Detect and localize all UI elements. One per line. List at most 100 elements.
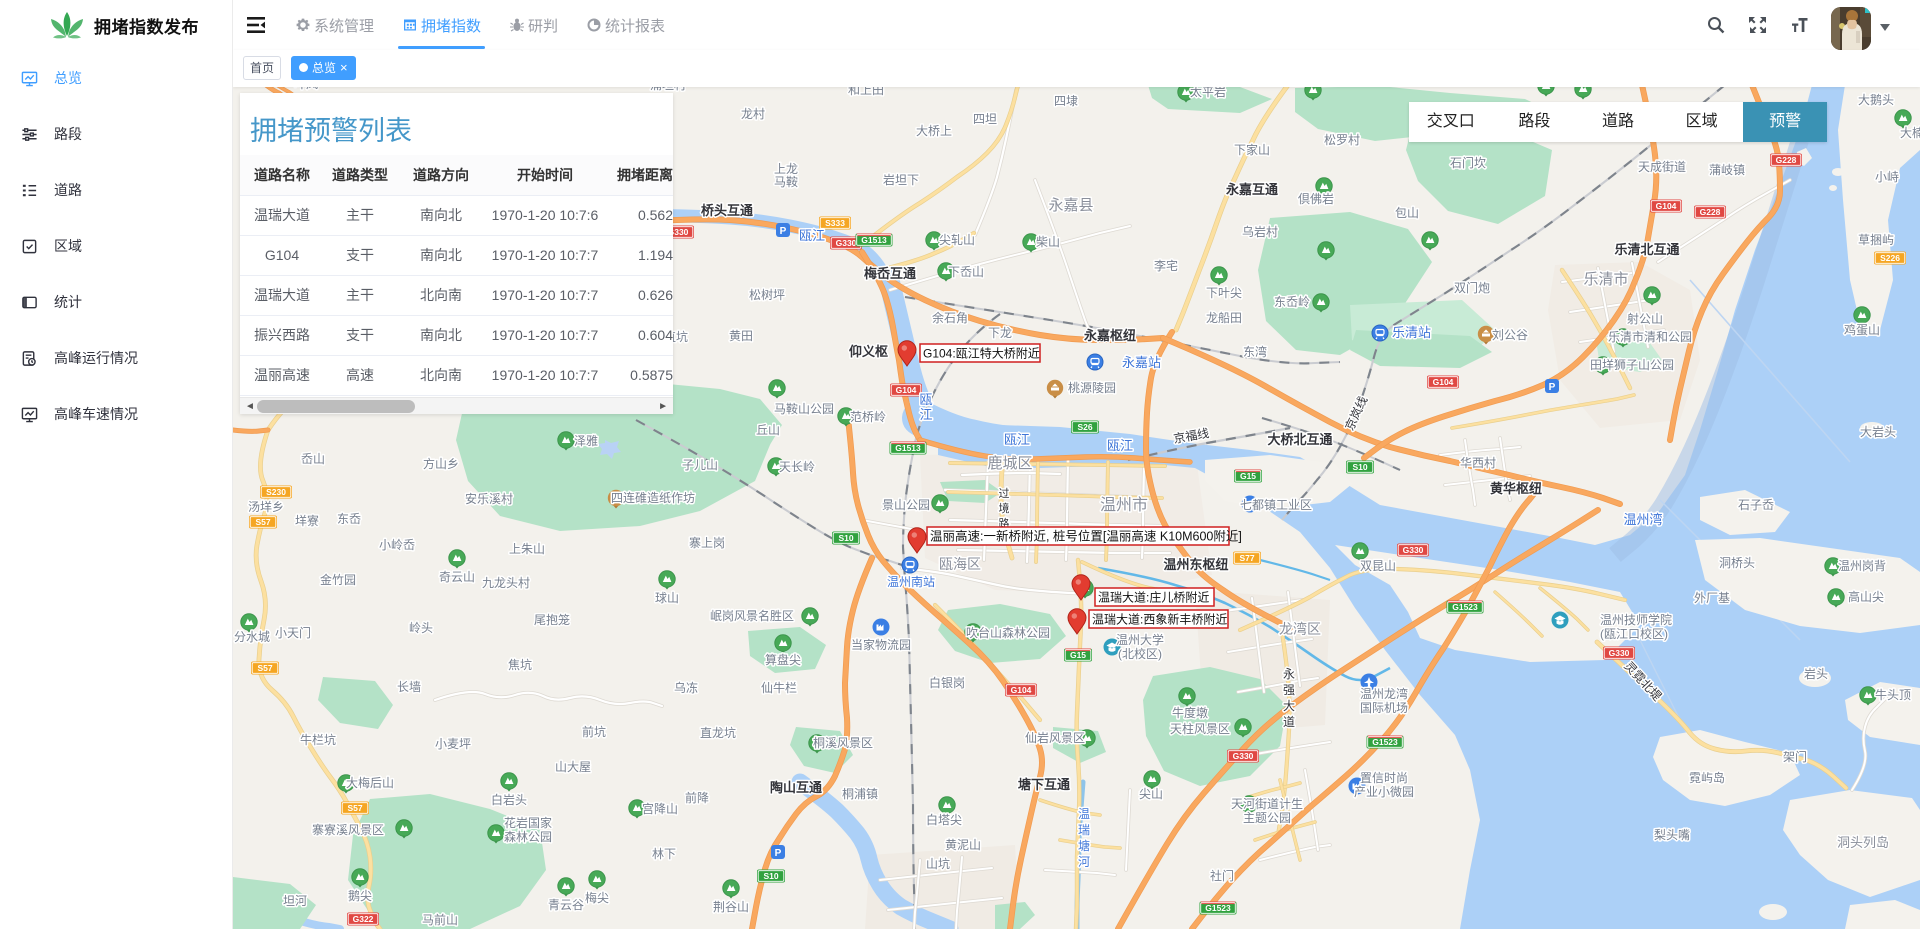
svg-text:温州市: 温州市 — [1100, 496, 1148, 514]
svg-text:青云谷: 青云谷 — [548, 898, 584, 912]
svg-text:双昆山: 双昆山 — [1360, 559, 1396, 573]
svg-text:温瑞大道:庄儿桥附近: 温瑞大道:庄儿桥附近 — [1098, 590, 1209, 605]
svg-text:G330: G330 — [1233, 751, 1254, 761]
svg-text:境: 境 — [999, 501, 1010, 515]
svg-text:太平岩: 太平岩 — [1190, 87, 1226, 99]
svg-text:G322: G322 — [353, 914, 374, 924]
svg-text:G1513: G1513 — [861, 235, 887, 245]
svg-text:强: 强 — [1283, 683, 1295, 697]
svg-text:G330: G330 — [1403, 545, 1424, 555]
svg-text:大鹅头: 大鹅头 — [1858, 93, 1894, 107]
svg-text:坦河: 坦河 — [283, 894, 307, 908]
svg-text:长墙: 长墙 — [397, 680, 421, 694]
svg-text:东岙: 东岙 — [337, 512, 361, 526]
svg-text:小峙: 小峙 — [1875, 170, 1899, 184]
svg-text:主题公园: 主题公园 — [1243, 811, 1291, 825]
svg-text:G15: G15 — [1240, 471, 1256, 481]
svg-text:上龙: 上龙 — [774, 162, 798, 176]
svg-text:桐浦镇: 桐浦镇 — [842, 787, 878, 801]
svg-text:洞头列岛: 洞头列岛 — [1837, 835, 1889, 850]
svg-text:社门: 社门 — [1210, 868, 1234, 883]
svg-text:小麦坪: 小麦坪 — [435, 737, 471, 751]
svg-text:温州湾: 温州湾 — [1623, 512, 1662, 527]
svg-text:双门炮: 双门炮 — [1454, 280, 1490, 295]
svg-text:陶山互通: 陶山互通 — [770, 780, 822, 795]
svg-text:黄泥山: 黄泥山 — [945, 838, 981, 852]
svg-text:G104:瓯江特大桥附近: G104:瓯江特大桥附近 — [923, 346, 1040, 361]
svg-text:四坦: 四坦 — [973, 112, 997, 126]
svg-text:天成街道: 天成街道 — [1638, 160, 1686, 174]
svg-text:仙牛栏: 仙牛栏 — [761, 680, 797, 695]
svg-text:牛度墩: 牛度墩 — [1172, 705, 1208, 720]
svg-text:G104: G104 — [1433, 377, 1454, 387]
svg-text:焦坑: 焦坑 — [508, 657, 532, 672]
svg-text:(北校区): (北校区) — [1118, 646, 1162, 661]
svg-text:S226: S226 — [1880, 253, 1900, 263]
svg-text:汤垟乡: 汤垟乡 — [248, 500, 284, 514]
svg-text:白银岗: 白银岗 — [929, 675, 965, 690]
svg-text:尖轧山: 尖轧山 — [939, 233, 975, 247]
svg-text:S57: S57 — [347, 803, 362, 813]
svg-text:S10: S10 — [1352, 462, 1367, 472]
svg-text:霓屿岛: 霓屿岛 — [1689, 770, 1725, 785]
svg-text:塘下互通: 塘下互通 — [1018, 777, 1070, 792]
svg-text:温: 温 — [1078, 807, 1090, 821]
svg-text:小岭岙: 小岭岙 — [379, 538, 415, 552]
svg-text:桥头互通: 桥头互通 — [701, 203, 753, 218]
svg-text:产业小微园: 产业小微园 — [1354, 785, 1414, 799]
svg-text:牛头顶: 牛头顶 — [1875, 687, 1911, 702]
svg-text:梅岙互通: 梅岙互通 — [864, 266, 916, 281]
svg-text:尾抱笼: 尾抱笼 — [534, 612, 570, 627]
svg-text:(瓯江口校区): (瓯江口校区) — [1600, 626, 1668, 641]
svg-text:大: 大 — [1283, 699, 1295, 713]
svg-text:G1523: G1523 — [1372, 737, 1398, 747]
svg-text:寨寮溪风景区: 寨寮溪风景区 — [312, 822, 384, 837]
svg-text:安乐溪村: 安乐溪村 — [465, 491, 513, 506]
svg-text:永嘉站: 永嘉站 — [1122, 355, 1161, 370]
svg-text:乌岩村: 乌岩村 — [1242, 224, 1278, 239]
svg-text:桃源陵园: 桃源陵园 — [1068, 380, 1116, 395]
svg-text:乌冻: 乌冻 — [674, 680, 698, 695]
svg-text:子儿山: 子儿山 — [682, 458, 718, 472]
svg-text:岩坦下: 岩坦下 — [883, 172, 919, 187]
svg-text:G104: G104 — [1011, 685, 1032, 695]
svg-text:乐清市: 乐清市 — [1583, 271, 1628, 288]
svg-text:岷岗风景名胜区: 岷岗风景名胜区 — [710, 608, 794, 623]
svg-text:S333: S333 — [825, 218, 845, 228]
svg-text:荆谷山: 荆谷山 — [713, 900, 749, 914]
svg-text:石门坎: 石门坎 — [1450, 155, 1486, 170]
svg-text:S57: S57 — [255, 517, 270, 527]
svg-text:山大屋: 山大屋 — [555, 760, 591, 774]
svg-text:蒲坦村: 蒲坦村 — [650, 87, 686, 92]
svg-text:石子岙: 石子岙 — [1738, 498, 1774, 512]
svg-text:当家物流园: 当家物流园 — [851, 637, 911, 652]
svg-text:乐清站: 乐清站 — [1392, 325, 1431, 340]
svg-text:温州东枢纽: 温州东枢纽 — [1163, 557, 1228, 572]
svg-text:大岩头: 大岩头 — [1860, 424, 1896, 439]
svg-text:瓯江: 瓯江 — [799, 228, 825, 243]
svg-text:宫降山: 宫降山 — [642, 801, 678, 816]
svg-text:下龙: 下龙 — [988, 326, 1012, 340]
svg-text:江: 江 — [919, 407, 932, 422]
svg-text:天长岭: 天长岭 — [779, 460, 815, 474]
svg-text:花岩国家: 花岩国家 — [504, 815, 552, 830]
svg-text:直龙坑: 直龙坑 — [700, 725, 736, 740]
svg-text:G15: G15 — [1070, 650, 1086, 660]
svg-text:寨上岗: 寨上岗 — [689, 535, 725, 550]
svg-text:白岩头: 白岩头 — [491, 792, 527, 807]
svg-text:G104: G104 — [896, 385, 917, 395]
svg-text:岙山: 岙山 — [301, 452, 325, 466]
svg-text:前降: 前降 — [685, 790, 709, 805]
svg-text:算盘尖: 算盘尖 — [765, 652, 801, 667]
svg-text:桐溪风景区: 桐溪风景区 — [813, 736, 873, 750]
svg-text:河: 河 — [1078, 855, 1090, 869]
svg-text:森林公园: 森林公园 — [504, 829, 552, 844]
svg-text:大桥上: 大桥上 — [916, 124, 952, 138]
svg-text:田垟狮子山公园: 田垟狮子山公园 — [1590, 358, 1674, 372]
svg-text:垟寮: 垟寮 — [295, 513, 319, 528]
svg-text:仙岩风景区: 仙岩风景区 — [1025, 730, 1085, 745]
svg-text:梅尖: 梅尖 — [585, 890, 609, 905]
svg-text:鹿城区: 鹿城区 — [987, 455, 1032, 472]
svg-text:大桥北互通: 大桥北互通 — [1267, 432, 1332, 447]
svg-text:龙湾区: 龙湾区 — [1279, 621, 1321, 637]
